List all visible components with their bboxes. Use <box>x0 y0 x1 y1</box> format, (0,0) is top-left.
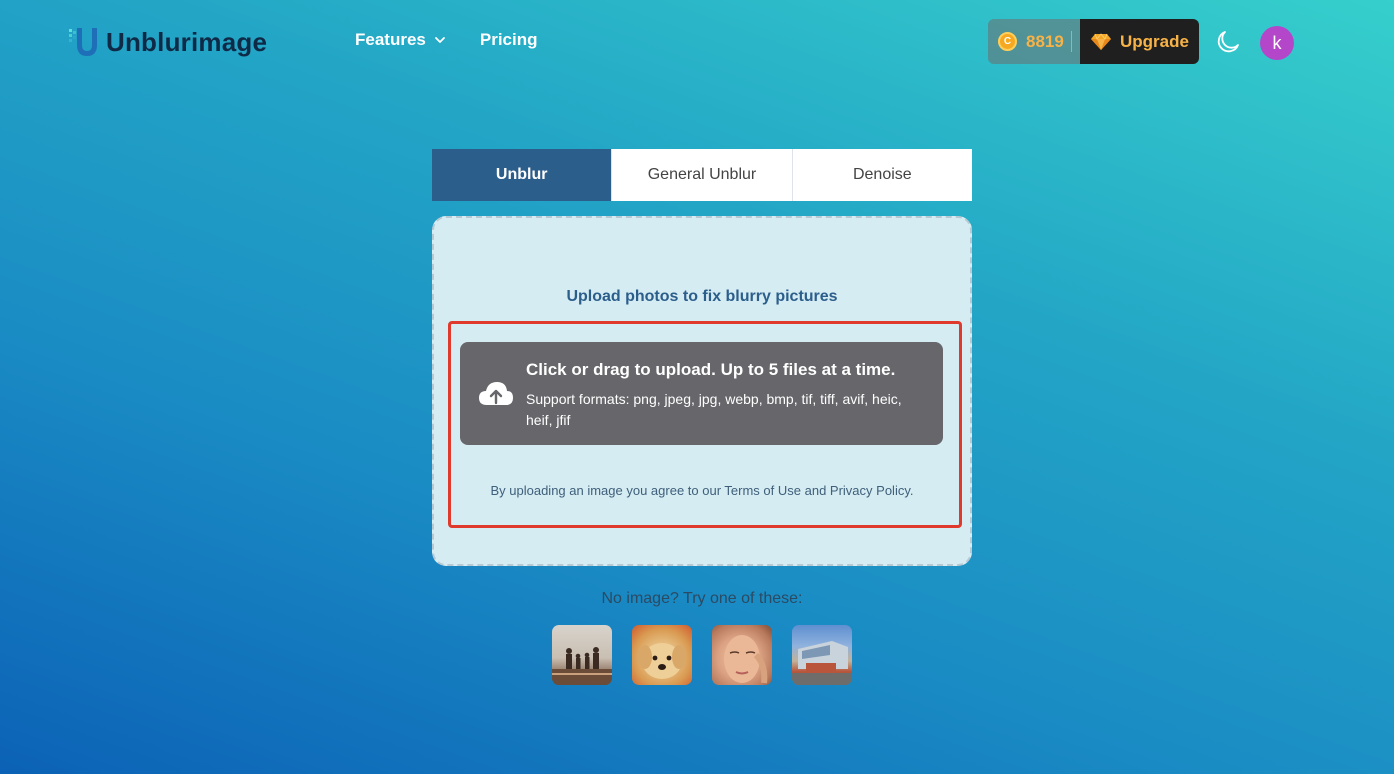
mode-tabs: Unblur General Unblur Denoise <box>432 149 972 201</box>
divider <box>1071 31 1072 52</box>
upload-card: Upload photos to fix blurry pictures Cli… <box>432 216 972 566</box>
header: Unblurimage Features Pricing C 8819 Upgr… <box>0 0 1394 84</box>
sample-puppy[interactable] <box>632 625 692 685</box>
nav-pricing[interactable]: Pricing <box>480 30 538 50</box>
tab-general-unblur[interactable]: General Unblur <box>611 149 792 201</box>
terms-of-use-link[interactable]: Terms of Use <box>724 483 801 498</box>
sample-woman-face[interactable] <box>712 625 772 685</box>
terms-and: and <box>801 483 830 498</box>
cloud-upload-icon <box>479 382 513 405</box>
tab-unblur[interactable]: Unblur <box>432 149 612 201</box>
terms-suffix: . <box>909 483 914 498</box>
upgrade-button[interactable]: Upgrade <box>1080 19 1199 64</box>
puppy-image <box>638 643 686 679</box>
privacy-policy-link[interactable]: Privacy Policy <box>830 483 910 498</box>
dropzone-title: Click or drag to upload. Up to 5 files a… <box>526 360 896 379</box>
upload-title: Upload photos to fix blurry pictures <box>566 288 838 305</box>
nav-features[interactable]: Features <box>355 30 446 50</box>
main-nav: Features Pricing <box>355 30 538 50</box>
samples-label: No image? Try one of these: <box>601 590 803 607</box>
diamond-icon <box>1091 32 1111 50</box>
family-silhouette-image <box>552 647 612 685</box>
sample-building[interactable] <box>792 625 852 685</box>
logo-text: Unblurimage <box>106 26 268 57</box>
logo-icon <box>69 28 97 56</box>
upgrade-label: Upgrade <box>1120 31 1189 51</box>
chevron-down-icon <box>434 37 445 43</box>
sample-thumbnails <box>552 625 852 685</box>
avatar[interactable]: k <box>1260 26 1294 60</box>
building-image <box>792 641 852 685</box>
terms-notice: By uploading an image you agree to our T… <box>434 483 970 498</box>
moon-icon[interactable] <box>1216 30 1240 54</box>
nav-pricing-label: Pricing <box>479 30 538 49</box>
tab-denoise[interactable]: Denoise <box>791 149 972 201</box>
credit-count: 8819 <box>1026 31 1064 51</box>
credits-balance[interactable]: C 8819 <box>988 19 1080 64</box>
coin-icon: C <box>998 32 1017 51</box>
supported-formats: Support formats: png, jpeg, jpg, webp, b… <box>526 391 902 428</box>
logo[interactable]: Unblurimage <box>68 24 267 60</box>
nav-features-label: Features <box>355 30 426 49</box>
woman-face-image <box>724 635 768 684</box>
sample-family-beach[interactable] <box>552 625 612 685</box>
upload-dropzone[interactable]: Click or drag to upload. Up to 5 files a… <box>460 342 943 445</box>
terms-prefix: By uploading an image you agree to our <box>490 483 725 498</box>
